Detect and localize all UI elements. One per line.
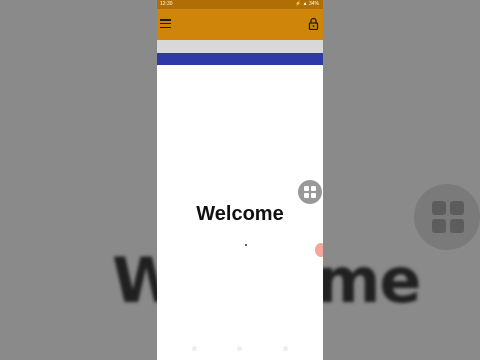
status-time: 12:30 [160, 1, 173, 7]
lock-icon[interactable] [308, 17, 319, 30]
welcome-heading: Welcome [196, 203, 284, 225]
status-indicators: ⚡ ▲ 34% [295, 1, 319, 7]
loading-dot [245, 244, 247, 246]
hamburger-icon[interactable] [160, 19, 171, 29]
nav-recents-icon[interactable] [283, 346, 288, 351]
accent-bar [157, 53, 323, 65]
nav-back-icon[interactable] [192, 346, 197, 351]
nav-home-icon[interactable] [237, 346, 242, 351]
secondary-toolbar [157, 40, 323, 53]
status-bar: 12:30 ⚡ ▲ 34% [157, 0, 323, 9]
phone-screen: 12:30 ⚡ ▲ 34% Welcome [157, 0, 323, 360]
apps-floating-button[interactable] [298, 180, 322, 204]
grid-apps-icon [304, 186, 316, 198]
app-bar [157, 9, 323, 40]
edge-floating-button[interactable] [315, 243, 323, 257]
background-floating-button [414, 184, 480, 250]
